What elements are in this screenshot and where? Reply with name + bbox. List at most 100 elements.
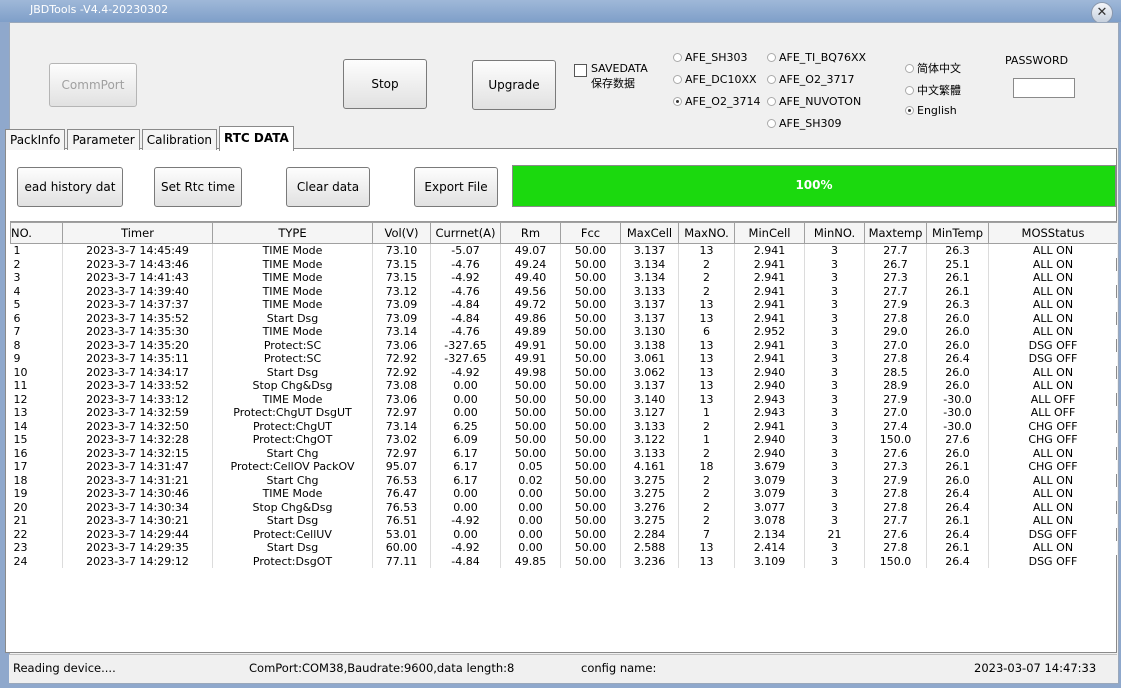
table-row[interactable]: 7 2023-3-7 14:35:30 TIME Mode 73.14 -4.76 49.… [10,325,1117,339]
table-row[interactable]: 5 2023-3-7 14:37:37 TIME Mode 73.09 -4.84 49.… [10,298,1117,312]
table-row[interactable]: 4 2023-3-7 14:39:40 TIME Mode 73.12 -4.76 49.… [10,284,1117,298]
table-cell: 21 [10,514,63,528]
rtc-data-grid[interactable]: NO. Timer TYPE Vol(V) Currnet(A) Rm Fcc MaxCell… [10,221,1117,652]
table-row[interactable]: 3 2023-3-7 14:41:43 TIME Mode 73.15 -4.92 49.… [10,271,1117,285]
radio-dot-icon[interactable] [673,75,682,84]
column-header[interactable]: MinTemp [926,222,989,244]
radio-dot-icon[interactable] [767,75,776,84]
table-row[interactable]: 2 2023-3-7 14:43:46 TIME Mode 73.15 -4.76 49.… [10,257,1117,271]
savedata-checkbox[interactable]: SAVEDATA 保存数据 [574,62,648,91]
table-cell: 1 [678,406,735,420]
afe-radio-1[interactable]: AFE_DC10XX [673,73,757,86]
afe-radio-4[interactable]: AFE_O2_3717 [767,73,854,86]
radio-dot-icon[interactable] [905,106,914,115]
column-header[interactable]: TYPE [212,222,373,244]
afe-radio-6[interactable]: AFE_SH309 [767,117,842,130]
table-cell: 3 [804,541,865,555]
column-header[interactable]: Currnet(A) [430,222,501,244]
table-row[interactable]: 15 2023-3-7 14:32:28 Protect:ChgOT 73.02 6.0… [10,433,1117,447]
column-header[interactable]: Timer [62,222,213,244]
language-radio-2[interactable]: English [905,104,957,117]
upgrade-button[interactable]: Upgrade [472,60,556,110]
table-row[interactable]: 6 2023-3-7 14:35:52 Start Dsg 73.09 -4.84 49.… [10,311,1117,325]
column-header[interactable]: NO. [10,222,63,244]
table-row[interactable]: 23 2023-3-7 14:29:35 Start Dsg 60.00 -4.92 0.… [10,541,1117,555]
table-row[interactable]: 11 2023-3-7 14:33:52 Stop Chg&Dsg 73.08 0.00… [10,379,1117,393]
afe-radio-5[interactable]: AFE_NUVOTON [767,95,861,108]
radio-dot-icon[interactable] [767,119,776,128]
close-icon[interactable]: ✕ [1091,2,1113,24]
password-input[interactable] [1013,78,1075,98]
table-cell: 2.941 [734,271,805,285]
tab-packinfo[interactable]: PackInfo [5,129,66,150]
table-cell: 27.9 [864,473,927,487]
table-row[interactable]: 17 2023-3-7 14:31:47 Protect:CellOV PackOV… [10,460,1117,474]
table-cell: ALL ON [988,514,1117,528]
table-row[interactable]: 12 2023-3-7 14:33:12 TIME Mode 73.06 0.00 50.… [10,392,1117,406]
table-cell: 26.1 [926,514,989,528]
clear-data-button[interactable]: Clear data [286,167,370,207]
table-cell: 6 [678,325,735,339]
commport-button[interactable]: CommPort [49,63,137,107]
radio-dot-icon[interactable] [905,85,914,95]
read-history-button[interactable]: ead history dat [17,167,123,207]
table-cell: -30.0 [926,406,989,420]
radio-dot-icon[interactable] [767,97,776,106]
table-cell: 2023-3-7 14:41:43 [62,271,213,285]
column-header[interactable]: MOSStatus [988,222,1117,244]
table-cell: 3 [804,487,865,501]
savedata-checkbox-box[interactable] [574,64,587,77]
table-row[interactable]: 18 2023-3-7 14:31:21 Start Chg 76.53 6.17 0.0… [10,473,1117,487]
table-row[interactable]: 19 2023-3-7 14:30:46 TIME Mode 76.47 0.00 0.0… [10,487,1117,501]
radio-dot-icon[interactable] [673,53,682,62]
table-row[interactable]: 22 2023-3-7 14:29:44 Protect:CellUV 53.01 0.… [10,527,1117,541]
export-file-button[interactable]: Export File [414,167,498,207]
table-cell: 19 [10,487,63,501]
column-header[interactable]: MinCell [734,222,805,244]
column-header[interactable]: MaxNO. [678,222,735,244]
language-radio-0[interactable]: 简体中文 [905,60,961,76]
language-radio-1[interactable]: 中文繁體 [905,82,961,98]
table-cell: 76.53 [372,500,431,514]
table-cell: 13 [678,243,735,258]
table-cell: 73.02 [372,433,431,447]
column-header[interactable]: Vol(V) [372,222,431,244]
set-rtc-time-button[interactable]: Set Rtc time [154,167,242,207]
table-row[interactable]: 16 2023-3-7 14:32:15 Start Chg 72.97 6.17 50.… [10,446,1117,460]
table-row[interactable]: 1 2023-3-7 14:45:49 TIME Mode 73.10 -5.07 49.… [10,243,1117,258]
afe-radio-3[interactable]: AFE_TI_BQ76XX [767,51,866,64]
table-row[interactable]: 10 2023-3-7 14:34:17 Start Dsg 72.92 -4.92 49… [10,365,1117,379]
table-cell: -4.92 [430,541,501,555]
table-row[interactable]: 20 2023-3-7 14:30:34 Stop Chg&Dsg 76.53 0.00… [10,500,1117,514]
table-row[interactable]: 9 2023-3-7 14:35:11 Protect:SC 72.92 -327.65… [10,352,1117,366]
tab-calibration[interactable]: Calibration [141,129,218,150]
column-header[interactable]: Maxtemp [864,222,927,244]
table-cell: 26.0 [926,338,989,352]
radio-dot-icon[interactable] [673,97,682,106]
stop-button[interactable]: Stop [343,59,427,109]
table-cell: ALL ON [988,365,1117,379]
table-cell: 26.3 [926,298,989,312]
tab-rtc-data[interactable]: RTC DATA [219,126,294,151]
radio-dot-icon[interactable] [767,53,776,62]
radio-dot-icon[interactable] [905,63,914,73]
column-header[interactable]: MaxCell [620,222,679,244]
column-header[interactable]: MinNO. [804,222,865,244]
afe-radio-0[interactable]: AFE_SH303 [673,51,748,64]
table-cell: 2.941 [734,311,805,325]
table-cell: 3.276 [620,500,679,514]
password-label: PASSWORD [1005,54,1069,67]
table-row[interactable]: 21 2023-3-7 14:30:21 Start Dsg 76.51 -4.92 0.… [10,514,1117,528]
table-row[interactable]: 14 2023-3-7 14:32:50 Protect:ChgUT 73.14 6.2… [10,419,1117,433]
column-header[interactable]: Rm [500,222,561,244]
table-row[interactable]: 8 2023-3-7 14:35:20 Protect:SC 73.06 -327.65… [10,338,1117,352]
column-header[interactable]: Fcc [560,222,621,244]
table-cell: 2023-3-7 14:33:12 [62,392,213,406]
status-datetime: 2023-03-07 14:47:33 [974,661,1097,675]
table-row[interactable]: 13 2023-3-7 14:32:59 Protect:ChgUT DsgUT 72… [10,406,1117,420]
tab-parameter[interactable]: Parameter [67,129,140,150]
table-cell: 3 [804,298,865,312]
table-row[interactable]: 24 2023-3-7 14:29:12 Protect:DsgOT 77.11 -4.… [10,554,1117,568]
table-cell: 27.7 [864,284,927,298]
afe-radio-2[interactable]: AFE_O2_3714 [673,95,760,108]
